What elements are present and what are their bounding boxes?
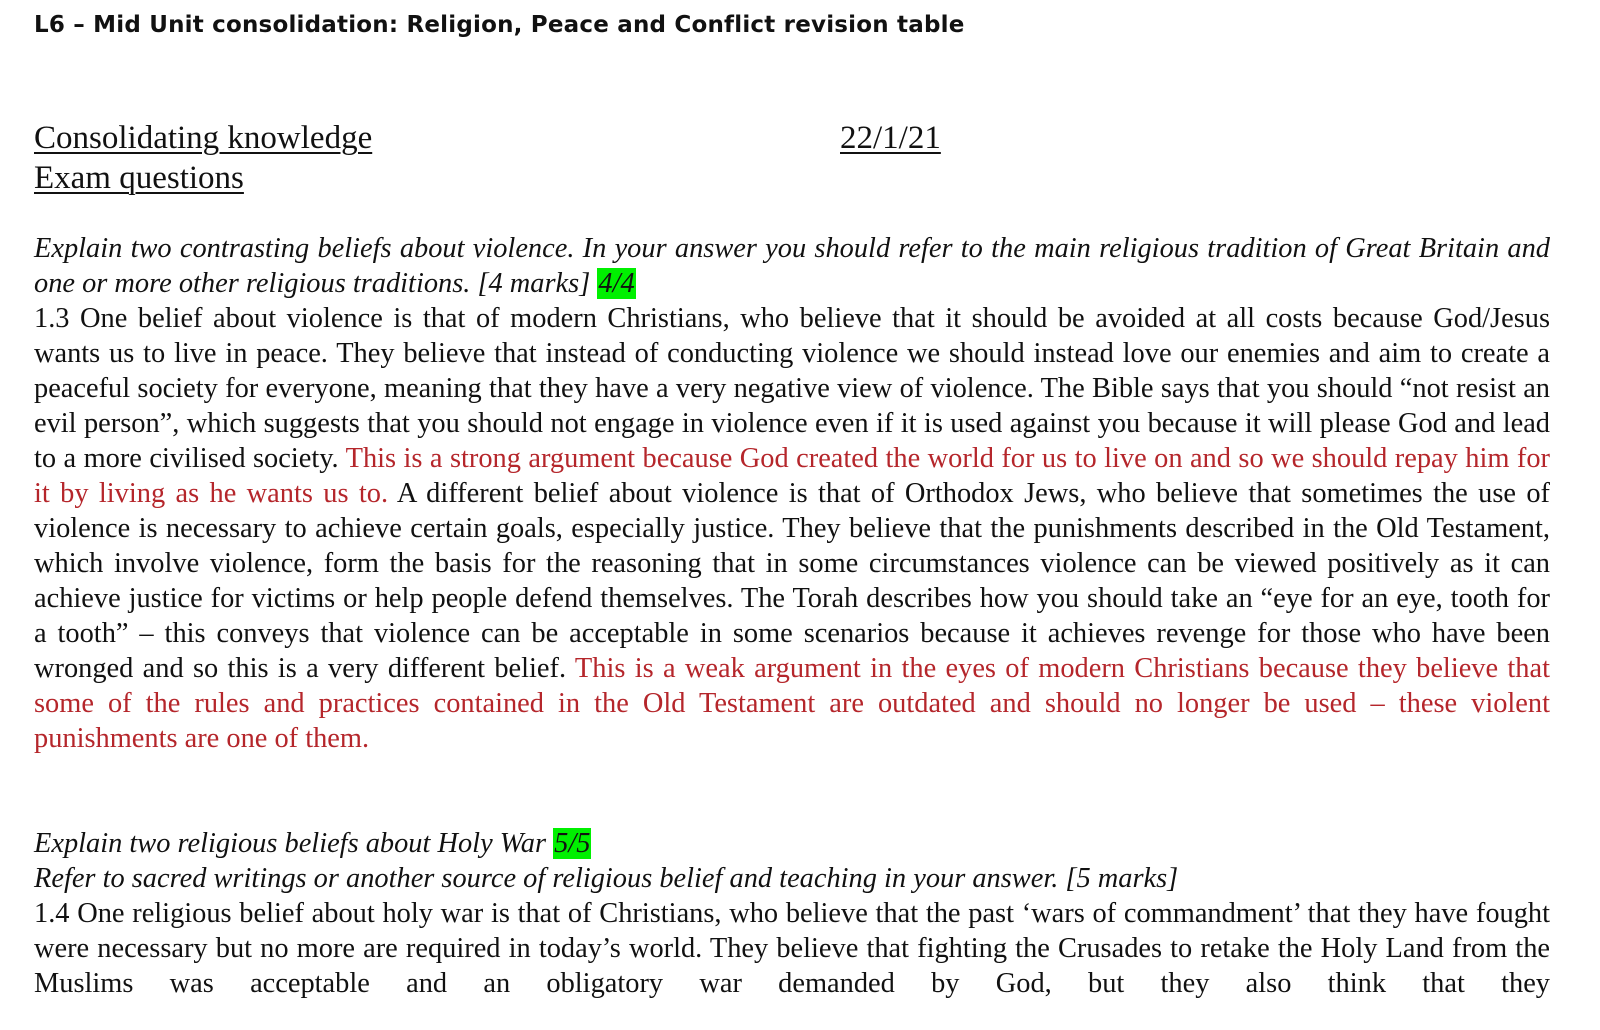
question-2-answer: 1.4 One religious belief about holy war … xyxy=(34,898,1550,999)
heading-consolidating-knowledge: Consolidating knowledge xyxy=(34,120,373,156)
question-1-prompt-text: Explain two contrasting beliefs about vi… xyxy=(34,233,1550,299)
question-1-prompt: Explain two contrasting beliefs about vi… xyxy=(34,231,1550,301)
question-2-score-badge: 5/5 xyxy=(553,828,592,859)
question-2-prompt-text: Explain two religious beliefs about Holy… xyxy=(34,828,547,859)
heading-exam-questions: Exam questions xyxy=(34,160,244,196)
question-1-score-badge: 4/4 xyxy=(597,268,636,299)
question-1-block: Explain two contrasting beliefs about vi… xyxy=(34,231,1550,756)
document-date: 22/1/21 xyxy=(840,120,941,156)
question-2-block: Explain two religious beliefs about Holy… xyxy=(34,826,1550,1001)
document-title: L6 – Mid Unit consolidation: Religion, P… xyxy=(34,12,965,38)
question-1-answer: 1.3 One belief about violence is that of… xyxy=(34,301,1550,756)
question-2-prompt-line-1: Explain two religious beliefs about Holy… xyxy=(34,826,1550,861)
question-2-prompt-line-2: Refer to sacred writings or another sour… xyxy=(34,863,1179,894)
